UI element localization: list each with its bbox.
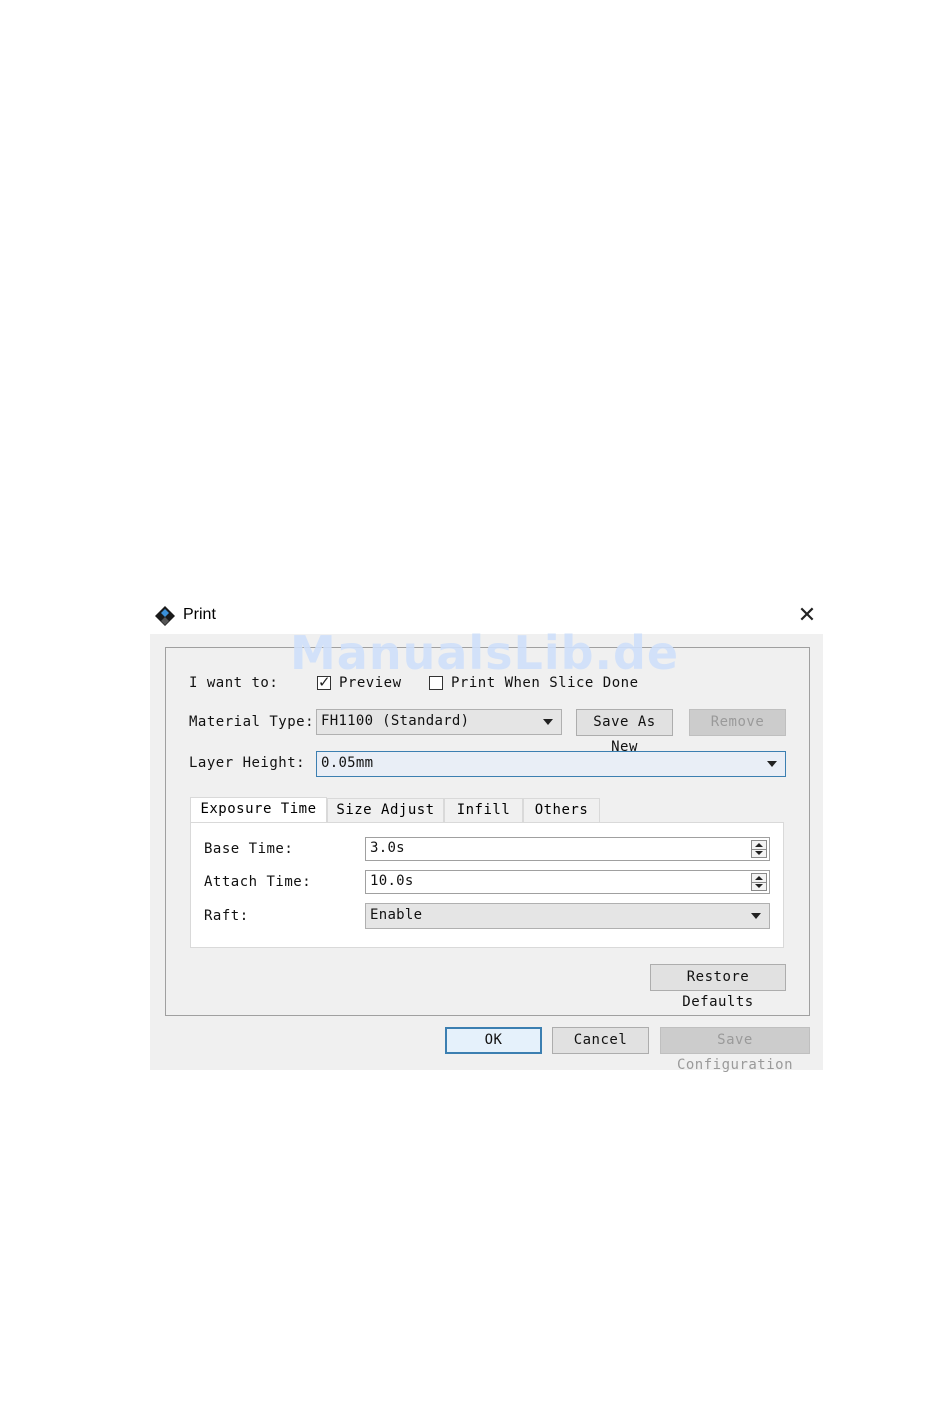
spin-divider [752, 882, 766, 883]
remove-button[interactable]: Remove [689, 709, 786, 736]
tab-others[interactable]: Others [523, 798, 600, 822]
dialog-body: I want to: Preview Print When Slice Done… [150, 634, 823, 1073]
want-to-label: I want to: [189, 675, 279, 691]
attach-time-spinbox[interactable]: 10.0s [365, 870, 770, 894]
window-title: Print [183, 606, 216, 623]
layer-height-value: 0.05mm [321, 755, 374, 771]
tab-exposure-time[interactable]: Exposure Time [190, 797, 327, 823]
material-type-select[interactable]: FH1100 (Standard) [316, 709, 562, 735]
spin-buttons[interactable] [751, 873, 767, 891]
material-type-label: Material Type: [189, 714, 315, 730]
attach-time-value: 10.0s [370, 873, 414, 889]
chevron-down-icon [767, 761, 777, 767]
spin-divider [752, 849, 766, 850]
spin-down-icon[interactable] [755, 851, 763, 855]
cancel-button[interactable]: Cancel [552, 1027, 649, 1054]
spin-up-icon[interactable] [755, 843, 763, 847]
attach-time-label: Attach Time: [204, 874, 312, 890]
base-time-value: 3.0s [370, 840, 405, 856]
raft-label: Raft: [204, 908, 249, 924]
tab-size-adjust[interactable]: Size Adjust [327, 798, 444, 822]
layer-height-label: Layer Height: [189, 755, 306, 771]
raft-select[interactable]: Enable [365, 903, 770, 929]
raft-value: Enable [370, 907, 423, 923]
watermark-text: ManualsLib.de [290, 626, 680, 680]
spin-up-icon[interactable] [755, 876, 763, 880]
tab-infill[interactable]: Infill [444, 798, 523, 822]
exposure-time-panel: Base Time: 3.0s Attach Time: 10.0s Raft: [190, 822, 784, 948]
material-type-value: FH1100 (Standard) [321, 713, 470, 729]
close-icon[interactable]: ✕ [796, 604, 818, 626]
chevron-down-icon [543, 719, 553, 725]
settings-group: I want to: Preview Print When Slice Done… [165, 647, 810, 1016]
app-diamond-icon [155, 606, 175, 626]
chevron-down-icon [751, 913, 761, 919]
spin-buttons[interactable] [751, 840, 767, 858]
restore-defaults-button[interactable]: Restore Defaults [650, 964, 786, 1010]
ok-button[interactable]: OK [445, 1027, 542, 1054]
tab-strip: Exposure Time Size Adjust Infill Others [190, 797, 784, 824]
spin-down-icon[interactable] [755, 884, 763, 888]
save-as-new-button[interactable]: Save As New [576, 709, 673, 755]
base-time-spinbox[interactable]: 3.0s [365, 837, 770, 861]
base-time-label: Base Time: [204, 841, 294, 857]
layer-height-select[interactable]: 0.05mm [316, 751, 786, 777]
save-configuration-button[interactable]: Save Configuration [660, 1027, 810, 1073]
